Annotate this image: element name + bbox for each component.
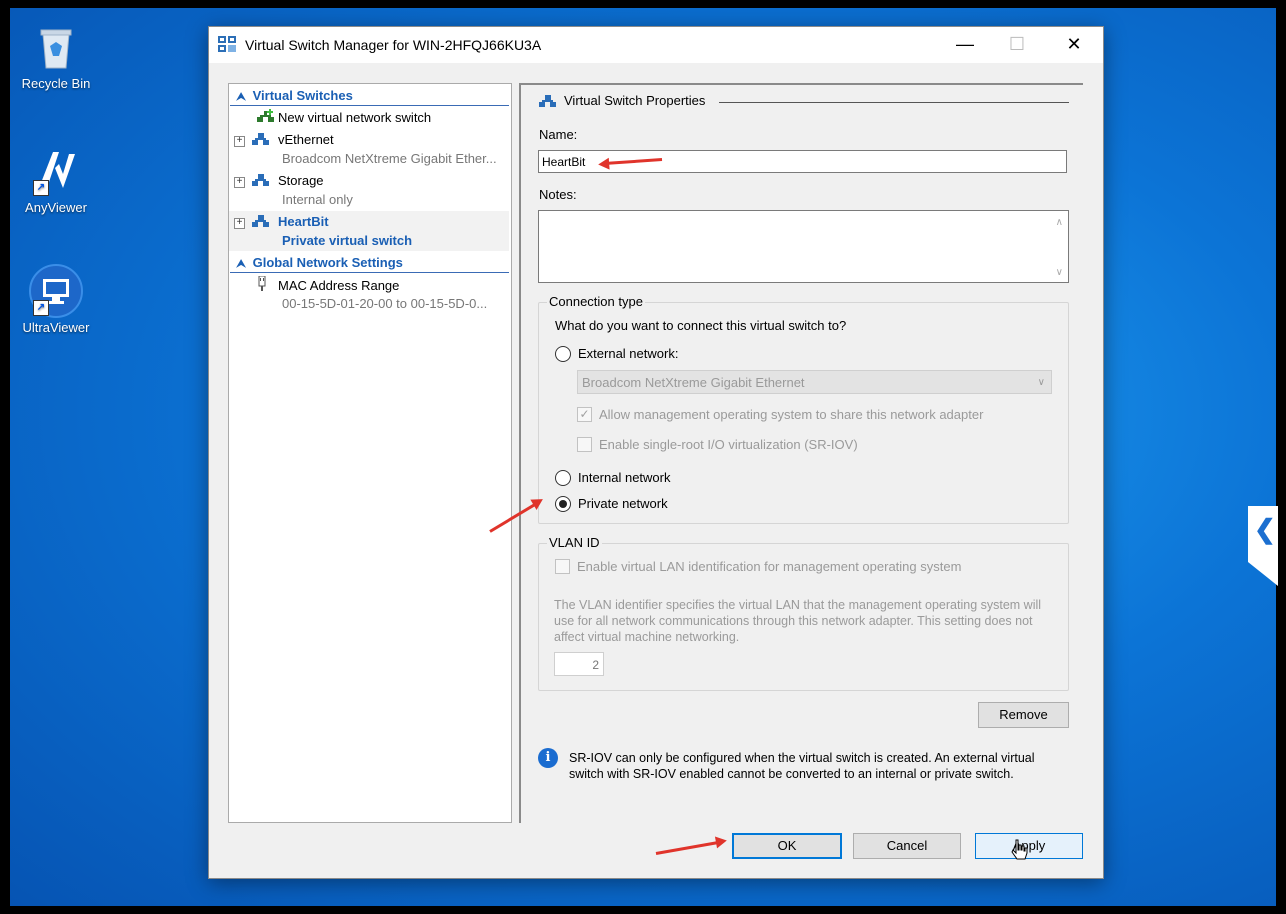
- collapse-up-icon: ⮝: [236, 258, 246, 270]
- window-title: Virtual Switch Manager for WIN-2HFQJ66KU…: [245, 37, 542, 53]
- tree-item-label: vEthernet: [278, 132, 334, 147]
- add-network-icon: [257, 109, 274, 122]
- tree-item-vethernet[interactable]: + vEthernet Broadcom NetXtreme Gigabit E…: [229, 129, 509, 169]
- desktop-icon-anyviewer[interactable]: ↗ AnyViewer: [10, 146, 102, 215]
- vlan-description: The VLAN identifier specifies the virtua…: [554, 598, 1042, 644]
- tree-item-heartbit[interactable]: + HeartBit Private virtual switch: [229, 211, 509, 251]
- expand-plus-icon[interactable]: +: [234, 218, 245, 229]
- sriov-checkbox[interactable]: [577, 437, 592, 452]
- tree-item-label: MAC Address Range: [278, 278, 400, 293]
- title-bar: Virtual Switch Manager for WIN-2HFQJ66KU…: [209, 27, 1103, 63]
- network-switch-icon: [252, 133, 269, 145]
- virtual-switch-manager-window: Virtual Switch Manager for WIN-2HFQJ66KU…: [208, 26, 1104, 879]
- network-switch-icon: [252, 174, 269, 186]
- external-adapter-select[interactable]: Broadcom NetXtreme Gigabit Ethernet ∨: [577, 370, 1052, 394]
- desktop-icon-recycle-bin[interactable]: Recycle Bin: [10, 22, 102, 91]
- tree-item-sublabel: 00-15-5D-01-20-00 to 00-15-5D-0...: [282, 296, 488, 311]
- section-label: Global Network Settings: [252, 255, 403, 270]
- collapse-up-icon: ⮝: [236, 91, 246, 103]
- ultraviewer-icon: ↗: [29, 264, 83, 318]
- network-switch-icon: [252, 215, 269, 227]
- ok-button[interactable]: OK: [732, 833, 842, 859]
- cancel-button[interactable]: Cancel: [853, 833, 961, 859]
- vlan-id-group: VLAN ID Enable virtual LAN identificatio…: [538, 535, 1069, 691]
- notes-label: Notes:: [539, 187, 577, 202]
- desktop-icon-label: AnyViewer: [25, 200, 87, 215]
- chevron-down-icon: ∨: [1037, 377, 1045, 388]
- mouse-cursor-icon: [1011, 839, 1028, 860]
- tree-item-mac-address-range[interactable]: MAC Address Range 00-15-5D-01-20-00 to 0…: [229, 275, 509, 315]
- tree-section-global-network-settings[interactable]: ⮝ Global Network Settings: [230, 253, 509, 273]
- close-button[interactable]: ✕: [1054, 33, 1094, 57]
- network-adapter-icon: [258, 276, 266, 291]
- connection-type-title: Connection type: [547, 294, 645, 309]
- recycle-bin-icon: [31, 22, 81, 72]
- vlan-id-input[interactable]: 2: [554, 652, 604, 676]
- tree-item-sublabel: Internal only: [282, 192, 353, 207]
- desktop-icon-ultraviewer[interactable]: ↗ UltraViewer: [10, 264, 102, 335]
- section-label: Virtual Switches: [252, 88, 353, 103]
- network-switch-icon: [539, 94, 556, 107]
- external-network-label[interactable]: External network:: [578, 346, 678, 361]
- private-network-label[interactable]: Private network: [578, 496, 668, 511]
- allow-management-label: Allow management operating system to sha…: [599, 407, 984, 422]
- tree-item-label: HeartBit: [278, 214, 329, 229]
- name-label: Name:: [539, 127, 578, 142]
- internal-network-label[interactable]: Internal network: [578, 470, 671, 485]
- tree-item-label: New virtual network switch: [278, 110, 432, 125]
- allow-management-checkbox[interactable]: ✓: [577, 407, 592, 422]
- scroll-up-icon[interactable]: ∧: [1056, 217, 1063, 228]
- enable-vlan-checkbox[interactable]: [555, 559, 570, 574]
- connection-question: What do you want to connect this virtual…: [555, 318, 847, 333]
- section-label: Virtual Switch Properties: [564, 93, 706, 108]
- maximize-button[interactable]: ☐: [997, 33, 1037, 57]
- tree-item-new-switch[interactable]: New virtual network switch: [229, 107, 509, 127]
- expand-plus-icon[interactable]: +: [234, 177, 245, 188]
- shortcut-arrow-icon: ↗: [33, 180, 49, 196]
- tree-item-sublabel: Broadcom NetXtreme Gigabit Ether...: [282, 151, 497, 166]
- vlan-id-title: VLAN ID: [547, 535, 602, 550]
- scroll-down-icon[interactable]: ∨: [1056, 267, 1063, 278]
- sriov-info-text: SR-IOV can only be configured when the v…: [569, 751, 1035, 781]
- minimize-button[interactable]: —: [945, 33, 985, 57]
- desktop-icon-label: Recycle Bin: [21, 76, 91, 91]
- shortcut-arrow-icon: ↗: [33, 300, 49, 316]
- info-icon: i: [538, 748, 558, 768]
- expand-plus-icon[interactable]: +: [234, 136, 245, 147]
- desktop-icon-label: UltraViewer: [22, 320, 90, 335]
- anyviewer-icon: ↗: [31, 146, 81, 196]
- properties-section-title: Virtual Switch Properties: [539, 93, 705, 108]
- private-network-radio[interactable]: [555, 496, 571, 512]
- sriov-label: Enable single-root I/O virtualization (S…: [599, 437, 858, 452]
- switch-tree: ⮝ Virtual Switches New virtual network s…: [228, 83, 512, 823]
- selected-adapter: Broadcom NetXtreme Gigabit Ethernet: [582, 375, 805, 390]
- internal-network-radio[interactable]: [555, 470, 571, 486]
- tree-item-storage[interactable]: + Storage Internal only: [229, 170, 509, 210]
- tree-item-label: Storage: [278, 173, 324, 188]
- tree-item-sublabel: Private virtual switch: [282, 233, 413, 248]
- external-network-radio[interactable]: [555, 346, 571, 362]
- virtual-switch-manager-icon: [218, 36, 238, 54]
- tree-section-virtual-switches[interactable]: ⮝ Virtual Switches: [230, 86, 509, 106]
- remove-button[interactable]: Remove: [978, 702, 1069, 728]
- chevron-left-icon: ❮: [1254, 514, 1276, 544]
- divider: [719, 102, 1069, 103]
- switch-properties-pane: Virtual Switch Properties Name: HeartBit…: [519, 83, 1083, 823]
- connection-type-group: Connection type What do you want to conn…: [538, 294, 1069, 524]
- apply-button[interactable]: Apply: [975, 833, 1083, 859]
- enable-vlan-label: Enable virtual LAN identification for ma…: [577, 559, 962, 574]
- notes-textarea[interactable]: ∧ ∨: [538, 210, 1069, 283]
